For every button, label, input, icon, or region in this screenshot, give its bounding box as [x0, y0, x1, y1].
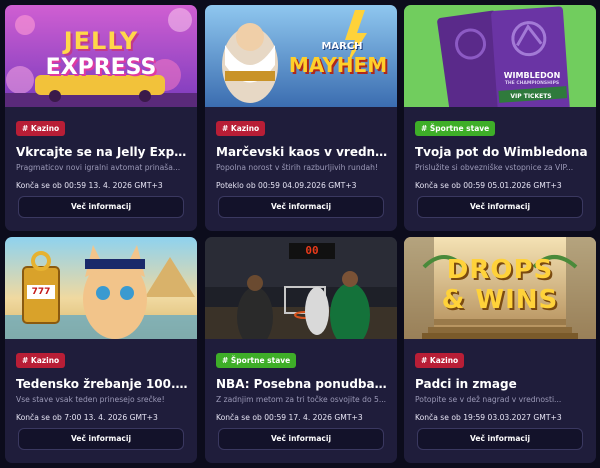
- category-badge: # Športne stave: [216, 353, 297, 368]
- promo-end-date: Konča se ob 19:59 03.03.2027 GMT+3: [415, 413, 562, 422]
- promo-card-body: # Kazino Tedensko žrebanje 100.00... Vse…: [5, 339, 197, 463]
- promo-banner-jelly-express[interactable]: JELLY EXPRESS: [5, 5, 197, 107]
- promo-description: Potopite se v dež nagrad v vrednosti...: [415, 395, 562, 404]
- promo-title[interactable]: Vkrcajte se na Jelly Express: [16, 145, 189, 159]
- category-badge: # Kazino: [415, 353, 465, 368]
- promo-title[interactable]: Tvoja pot do Wimbledona: [415, 145, 588, 159]
- promo-banner-march-mayhem[interactable]: MARCH MAYHEM: [205, 5, 397, 107]
- vip-tickets-banner-label: VIP TICKETS: [510, 93, 552, 100]
- promo-card-jelly-express[interactable]: JELLY EXPRESS # Kazino Vkrcajte se na Je…: [5, 5, 197, 231]
- promo-card-body: # Kazino Marčevski kaos v vrednosti... P…: [205, 107, 397, 231]
- promo-description: Pragmaticov novi igralni avtomat prinaša…: [16, 163, 181, 172]
- promo-banner-drops-wins[interactable]: DROPS & WINS: [404, 237, 596, 339]
- march-banner-title: MARCH: [321, 41, 363, 52]
- promo-end-date: Poteklo ob 00:59 04.09.2026 GMT+3: [216, 181, 357, 190]
- more-info-button[interactable]: Več informacij: [18, 196, 184, 218]
- shot-clock-banner-label: 00: [305, 244, 319, 257]
- category-badge: # Kazino: [16, 121, 66, 136]
- wimbledon-banner-title: WIMBLEDON: [503, 71, 561, 80]
- category-badge: # Športne stave: [415, 121, 496, 136]
- category-badge: # Kazino: [16, 353, 66, 368]
- promo-card-body: # Kazino Vkrcajte se na Jelly Express Pr…: [5, 107, 197, 231]
- championships-banner-subtitle: THE CHAMPIONSHIPS: [504, 81, 560, 86]
- wins-banner-title: & WINS: [441, 285, 559, 315]
- promo-title[interactable]: Marčevski kaos v vrednosti...: [216, 145, 389, 159]
- promo-card-body: # Športne stave Tvoja pot do Wimbledona …: [404, 107, 596, 231]
- promo-description: Prislužite si obvezniške vstopnice za VI…: [415, 163, 574, 172]
- promo-description: Popolna norost v štirih razburljivih run…: [216, 163, 378, 172]
- promo-card-nba[interactable]: 00 # Športne stave NBA: Posebna ponudba …: [205, 237, 397, 463]
- more-info-button[interactable]: Več informacij: [417, 196, 583, 218]
- promo-card-march-mayhem[interactable]: MARCH MAYHEM # Kazino Marčevski kaos v v…: [205, 5, 397, 231]
- promo-banner-weekly-draw[interactable]: 777: [5, 237, 197, 339]
- more-info-button[interactable]: Več informacij: [417, 428, 583, 450]
- promo-title[interactable]: NBA: Posebna ponudba v...: [216, 377, 389, 391]
- promo-end-date: Konča se ob 7:00 13. 4. 2026 GMT+3: [16, 413, 158, 422]
- promo-card-body: # Kazino Padci in zmage Potopite se v de…: [404, 339, 596, 463]
- promo-banner-wimbledon[interactable]: WIMBLEDON THE CHAMPIONSHIPS VIP TICKETS: [404, 5, 596, 107]
- slot-777-banner-label: 777: [31, 287, 51, 297]
- promo-title[interactable]: Padci in zmage: [415, 377, 588, 391]
- promo-card-wimbledon[interactable]: WIMBLEDON THE CHAMPIONSHIPS VIP TICKETS …: [404, 5, 596, 231]
- express-banner-title: EXPRESS: [45, 55, 157, 80]
- promo-title[interactable]: Tedensko žrebanje 100.00...: [16, 377, 189, 391]
- promo-card-weekly-draw[interactable]: 777 # Kazino Tedensko žrebanje 100.00...…: [5, 237, 197, 463]
- promo-banner-nba[interactable]: 00: [205, 237, 397, 339]
- more-info-button[interactable]: Več informacij: [218, 196, 384, 218]
- more-info-button[interactable]: Več informacij: [18, 428, 184, 450]
- promotions-grid: JELLY EXPRESS # Kazino Vkrcajte se na Je…: [0, 0, 600, 468]
- drops-banner-title: DROPS: [446, 255, 554, 285]
- promo-description: Vse stave vsak teden prinesejo srečke!: [16, 395, 165, 404]
- promo-end-date: Konča se ob 00:59 13. 4. 2026 GMT+3: [16, 181, 163, 190]
- promo-end-date: Konča se ob 00:59 05.01.2026 GMT+3: [415, 181, 562, 190]
- promo-description: Z zadnjim metom za tri točke osvojite do…: [216, 395, 387, 404]
- mayhem-banner-title: MAYHEM: [288, 53, 388, 77]
- jelly-banner-title: JELLY: [63, 27, 139, 55]
- category-badge: # Kazino: [216, 121, 266, 136]
- promo-card-body: # Športne stave NBA: Posebna ponudba v..…: [205, 339, 397, 463]
- more-info-button[interactable]: Več informacij: [218, 428, 384, 450]
- promo-end-date: Konča se ob 00:59 17. 4. 2026 GMT+3: [216, 413, 363, 422]
- promo-card-drops-wins[interactable]: DROPS & WINS # Kazino Padci in zmage Pot…: [404, 237, 596, 463]
